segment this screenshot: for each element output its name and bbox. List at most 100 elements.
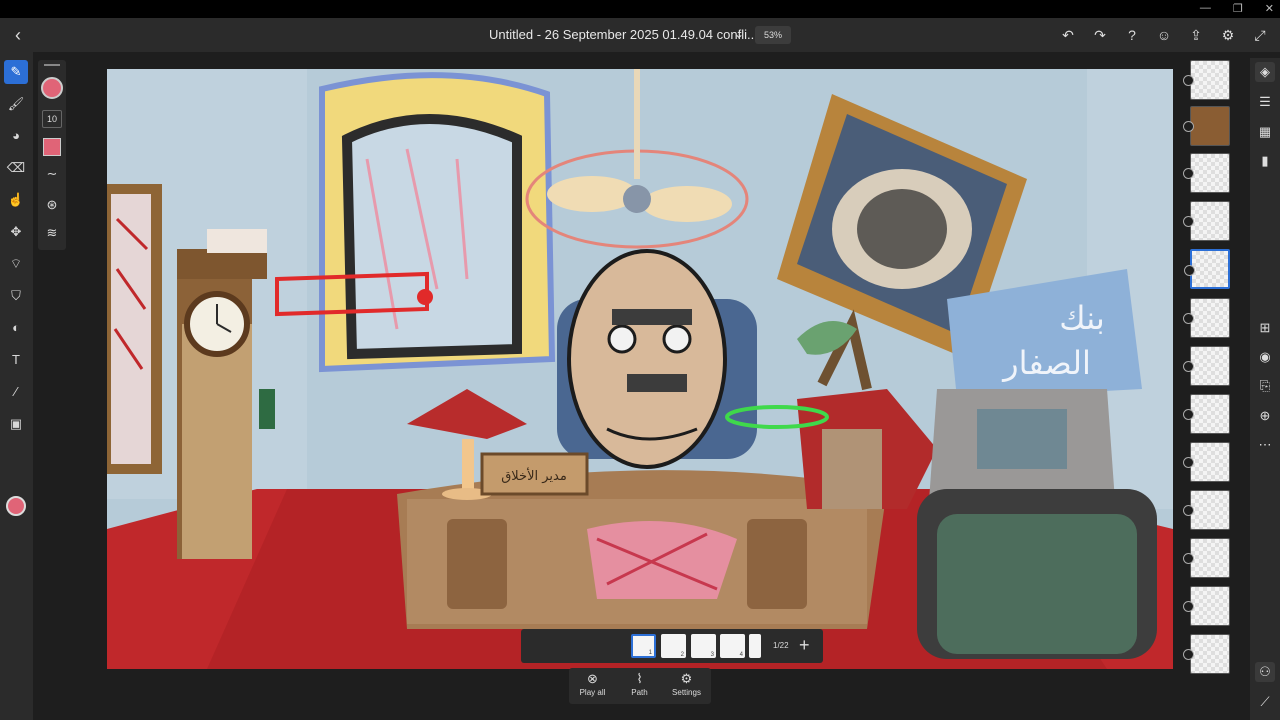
frame-thumbnail[interactable] <box>1183 153 1230 193</box>
artwork: مدير الأخلاق بنك الصفار <box>107 69 1173 669</box>
smudge-tool[interactable]: ☝ <box>4 188 28 212</box>
document-title[interactable]: Untitled - 26 September 2025 01.49.04 co… <box>489 27 763 42</box>
path-label: Path <box>631 688 648 697</box>
play-all-icon: ⊗ <box>587 671 598 686</box>
frame-radio[interactable] <box>1183 121 1194 132</box>
frame-counter: 1/22 <box>773 641 789 650</box>
paint-brush-tool[interactable]: 🖌 <box>4 92 28 116</box>
timeline-frame[interactable]: 3 <box>691 634 716 658</box>
frame-thumbnail[interactable] <box>1183 298 1230 338</box>
play-all-label: Play all <box>579 688 606 697</box>
text-tool[interactable]: T <box>4 348 28 372</box>
frame-radio[interactable] <box>1183 409 1194 420</box>
frame-radio[interactable] <box>1183 601 1194 612</box>
layers-icon[interactable]: ◈ <box>1255 62 1275 82</box>
frame-timeline: 1 2 3 4 1/22 + <box>521 629 823 663</box>
stabilizer-icon[interactable]: ⊛ <box>42 195 62 215</box>
grid-icon[interactable]: ▦ <box>1255 122 1275 142</box>
eyedropper-tool[interactable]: ⁄ <box>4 380 28 404</box>
effects-icon[interactable]: ⊕ <box>1255 406 1275 426</box>
ruler-icon[interactable]: ⟋ <box>1255 692 1275 712</box>
frame-radio[interactable] <box>1183 505 1194 516</box>
frame-thumbnail[interactable] <box>1183 394 1230 434</box>
maximize-icon[interactable]: ❐ <box>1233 2 1243 15</box>
minimize-icon[interactable]: — <box>1200 2 1211 15</box>
timeline-frame-partial[interactable] <box>749 634 761 658</box>
path-button[interactable]: ⌇ Path <box>616 668 663 704</box>
frame-thumbnail[interactable] <box>1183 586 1230 626</box>
stroke-icon[interactable]: ∼ <box>42 164 62 184</box>
left-toolbar: ✎ 🖌 ◕ ⌫ ☝ ✥ ⌔ ⛉ ◐ T ⁄ ▣ <box>0 52 33 720</box>
window-controls: — ❐ ✕ <box>1200 2 1274 15</box>
frame-thumbnail[interactable] <box>1183 106 1230 146</box>
adjustments-icon[interactable]: ☰ <box>1255 92 1275 112</box>
fullscreen-icon[interactable]: ⤢ <box>1250 25 1270 45</box>
redo-icon[interactable]: ↷ <box>1090 25 1110 45</box>
fill-brush-tool[interactable]: ◕ <box>4 124 28 148</box>
account-icon[interactable]: ☺ <box>1154 25 1174 45</box>
frame-thumbnail[interactable] <box>1183 538 1230 578</box>
frame-radio[interactable] <box>1184 265 1195 276</box>
timeline-frame[interactable]: 1 <box>631 634 656 658</box>
back-icon[interactable]: ‹ <box>8 25 28 45</box>
frame-thumbnail[interactable] <box>1183 201 1230 241</box>
help-icon[interactable]: ? <box>1122 25 1142 45</box>
comments-icon[interactable]: ▮ <box>1255 151 1275 171</box>
import-icon[interactable]: ⎘ <box>1255 376 1275 396</box>
more-icon[interactable]: ⋯ <box>1255 435 1275 455</box>
frame-radio[interactable] <box>1183 216 1194 227</box>
settings-gear-icon: ⚙ <box>680 671 693 686</box>
frame-radio[interactable] <box>1183 313 1194 324</box>
image-tool[interactable]: ▣ <box>4 412 28 436</box>
zoom-level[interactable]: 53% <box>755 26 791 44</box>
play-all-button[interactable]: ⊗ Play all <box>569 668 616 704</box>
color-picker-swatch[interactable] <box>6 496 26 516</box>
color-swatch[interactable] <box>43 138 61 156</box>
undo-icon[interactable]: ↶ <box>1058 25 1078 45</box>
close-icon[interactable]: ✕ <box>1265 2 1274 15</box>
frame-thumbnail-selected[interactable] <box>1184 249 1230 289</box>
frame-thumbnail[interactable] <box>1183 442 1230 482</box>
timeline-frame[interactable]: 4 <box>720 634 745 658</box>
add-frame-icon[interactable]: + <box>799 635 810 656</box>
frame-radio[interactable] <box>1183 75 1194 86</box>
animation-bottom-bar: ⊗ Play all ⌇ Path ⚙ Settings <box>569 668 711 704</box>
eraser-tool[interactable]: ⌫ <box>4 156 28 180</box>
settings-label: Settings <box>672 688 701 697</box>
path-icon: ⌇ <box>636 671 643 686</box>
frame-thumbnail[interactable] <box>1183 346 1230 386</box>
frame-thumbnail[interactable] <box>1183 60 1230 100</box>
frame-radio[interactable] <box>1183 457 1194 468</box>
pencil-tool[interactable]: ✎ <box>4 60 28 84</box>
settings-button[interactable]: ⚙ Settings <box>663 668 710 704</box>
move-tool[interactable]: ✥ <box>4 220 28 244</box>
onion-skin-icon[interactable]: ⚇ <box>1255 662 1275 682</box>
top-toolbar-icons: ↶ ↷ ? ☺ ⇪ ⚙ ⤢ <box>1058 25 1270 45</box>
brush-color[interactable] <box>41 77 63 99</box>
share-icon[interactable]: ⇪ <box>1186 25 1206 45</box>
lasso-tool[interactable]: ⌔ <box>4 252 28 276</box>
frame-radio[interactable] <box>1183 553 1194 564</box>
brush-settings-icon[interactable]: ≋ <box>42 223 62 243</box>
chevron-down-icon[interactable]: ⌄ <box>734 27 744 41</box>
bank-sign-line1: بنك <box>1059 299 1105 337</box>
brush-size[interactable]: 10 <box>42 110 62 128</box>
frame-radio[interactable] <box>1183 168 1194 179</box>
visibility-icon[interactable]: ◉ <box>1255 347 1275 367</box>
settings-icon[interactable]: ⚙ <box>1218 25 1238 45</box>
bank-sign-line2: الصفار <box>1001 344 1091 382</box>
frame-radio[interactable] <box>1183 649 1194 660</box>
add-layer-icon[interactable]: ⊞ <box>1255 318 1275 338</box>
paint-bucket-tool[interactable]: ⛉ <box>4 284 28 308</box>
frames-panel <box>1180 58 1244 720</box>
window-titlebar: — ❐ ✕ <box>0 0 1280 18</box>
blend-tool[interactable]: ◐ <box>4 316 28 340</box>
desk-plaque-text: مدير الأخلاق <box>501 467 567 484</box>
frame-thumbnail[interactable] <box>1183 634 1230 674</box>
timeline-frame[interactable]: 2 <box>661 634 686 658</box>
drag-handle[interactable] <box>44 64 60 66</box>
frame-radio[interactable] <box>1183 361 1194 372</box>
drawing-canvas[interactable]: مدير الأخلاق بنك الصفار <box>107 69 1173 669</box>
right-icon-bar: ◈ ☰ ▦ ▮ ⊞ ◉ ⎘ ⊕ ⋯ ⚇ ⟋ <box>1250 58 1280 720</box>
frame-thumbnail[interactable] <box>1183 490 1230 530</box>
